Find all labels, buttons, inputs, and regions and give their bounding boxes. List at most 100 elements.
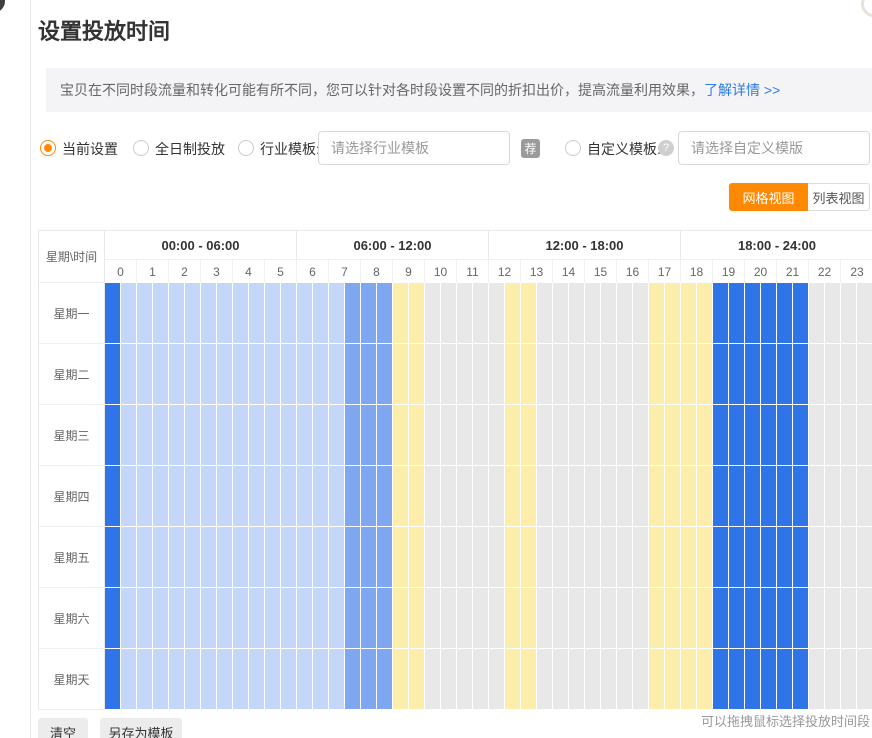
schedule-cell[interactable] — [697, 283, 713, 343]
schedule-cell[interactable] — [809, 344, 825, 404]
schedule-cell[interactable] — [729, 588, 745, 648]
schedule-cell[interactable] — [713, 344, 729, 404]
schedule-cell[interactable] — [697, 588, 713, 648]
schedule-cell[interactable] — [649, 466, 665, 526]
schedule-cell[interactable] — [233, 344, 249, 404]
schedule-cell[interactable] — [649, 649, 665, 709]
schedule-cell[interactable] — [745, 649, 761, 709]
radio-all-day[interactable] — [133, 140, 149, 156]
schedule-cell[interactable] — [473, 405, 489, 465]
schedule-cell[interactable] — [201, 649, 217, 709]
custom-template-select[interactable]: 请选择自定义模版 — [678, 131, 870, 165]
schedule-cell[interactable] — [153, 283, 169, 343]
schedule-cell[interactable] — [505, 283, 521, 343]
schedule-cell[interactable] — [617, 649, 633, 709]
schedule-cell[interactable] — [825, 527, 841, 587]
schedule-cell[interactable] — [569, 466, 585, 526]
schedule-cell[interactable] — [665, 466, 681, 526]
schedule-cell[interactable] — [537, 649, 553, 709]
schedule-cell[interactable] — [857, 588, 872, 648]
schedule-cell[interactable] — [553, 283, 569, 343]
schedule-cell[interactable] — [601, 283, 617, 343]
schedule-cell[interactable] — [825, 283, 841, 343]
schedule-cell[interactable] — [521, 466, 537, 526]
schedule-cell[interactable] — [729, 649, 745, 709]
schedule-cell[interactable] — [713, 649, 729, 709]
schedule-cell[interactable] — [505, 344, 521, 404]
schedule-cell[interactable] — [121, 344, 137, 404]
schedule-cell[interactable] — [857, 466, 872, 526]
schedule-cell[interactable] — [473, 588, 489, 648]
schedule-cell[interactable] — [233, 649, 249, 709]
schedule-cell[interactable] — [489, 405, 505, 465]
schedule-cell[interactable] — [473, 466, 489, 526]
schedule-cell[interactable] — [777, 283, 793, 343]
schedule-cell[interactable] — [153, 405, 169, 465]
schedule-cell[interactable] — [297, 466, 313, 526]
schedule-cell[interactable] — [681, 283, 697, 343]
schedule-cell[interactable] — [233, 527, 249, 587]
radio-current-setting[interactable] — [40, 140, 56, 156]
schedule-cell[interactable] — [585, 527, 601, 587]
schedule-cell[interactable] — [681, 588, 697, 648]
schedule-cell[interactable] — [697, 649, 713, 709]
schedule-cell[interactable] — [681, 527, 697, 587]
schedule-cell[interactable] — [313, 649, 329, 709]
schedule-cell[interactable] — [601, 649, 617, 709]
schedule-cell[interactable] — [169, 283, 185, 343]
schedule-cell[interactable] — [265, 527, 281, 587]
schedule-cell[interactable] — [633, 527, 649, 587]
schedule-cell[interactable] — [153, 649, 169, 709]
schedule-cell[interactable] — [409, 344, 425, 404]
schedule-cell[interactable] — [825, 344, 841, 404]
schedule-cell[interactable] — [841, 649, 857, 709]
schedule-cell[interactable] — [265, 405, 281, 465]
schedule-cell[interactable] — [793, 344, 809, 404]
schedule-cell[interactable] — [121, 466, 137, 526]
schedule-cell[interactable] — [649, 344, 665, 404]
schedule-cell[interactable] — [489, 649, 505, 709]
schedule-cell[interactable] — [649, 283, 665, 343]
schedule-cell[interactable] — [521, 588, 537, 648]
schedule-cell[interactable] — [505, 527, 521, 587]
schedule-cell[interactable] — [665, 405, 681, 465]
schedule-cell[interactable] — [601, 344, 617, 404]
schedule-cell[interactable] — [553, 649, 569, 709]
schedule-cell[interactable] — [377, 405, 393, 465]
schedule-cell[interactable] — [761, 588, 777, 648]
schedule-cell[interactable] — [361, 527, 377, 587]
schedule-cell[interactable] — [105, 283, 121, 343]
schedule-cell[interactable] — [185, 649, 201, 709]
schedule-cell[interactable] — [121, 588, 137, 648]
schedule-cell[interactable] — [217, 527, 233, 587]
schedule-cell[interactable] — [425, 649, 441, 709]
schedule-cell[interactable] — [841, 344, 857, 404]
schedule-cell[interactable] — [537, 405, 553, 465]
schedule-cell[interactable] — [137, 466, 153, 526]
schedule-cell[interactable] — [537, 283, 553, 343]
schedule-cell[interactable] — [793, 405, 809, 465]
schedule-cell[interactable] — [393, 344, 409, 404]
schedule-cell[interactable] — [809, 405, 825, 465]
schedule-cell[interactable] — [633, 466, 649, 526]
schedule-cell[interactable] — [281, 283, 297, 343]
schedule-cell[interactable] — [841, 527, 857, 587]
schedule-cell[interactable] — [521, 344, 537, 404]
schedule-cell[interactable] — [105, 649, 121, 709]
schedule-cell[interactable] — [201, 527, 217, 587]
schedule-cell[interactable] — [457, 649, 473, 709]
clear-button[interactable]: 清空 — [38, 718, 88, 738]
schedule-cell[interactable] — [857, 283, 872, 343]
schedule-cell[interactable] — [489, 344, 505, 404]
schedule-cell[interactable] — [601, 405, 617, 465]
schedule-cell[interactable] — [809, 466, 825, 526]
schedule-cell[interactable] — [681, 344, 697, 404]
schedule-cell[interactable] — [201, 283, 217, 343]
schedule-cell[interactable] — [137, 527, 153, 587]
schedule-cell[interactable] — [377, 344, 393, 404]
schedule-cell[interactable] — [473, 283, 489, 343]
schedule-cell[interactable] — [553, 344, 569, 404]
schedule-cell[interactable] — [185, 283, 201, 343]
schedule-cell[interactable] — [793, 527, 809, 587]
schedule-cell[interactable] — [265, 283, 281, 343]
